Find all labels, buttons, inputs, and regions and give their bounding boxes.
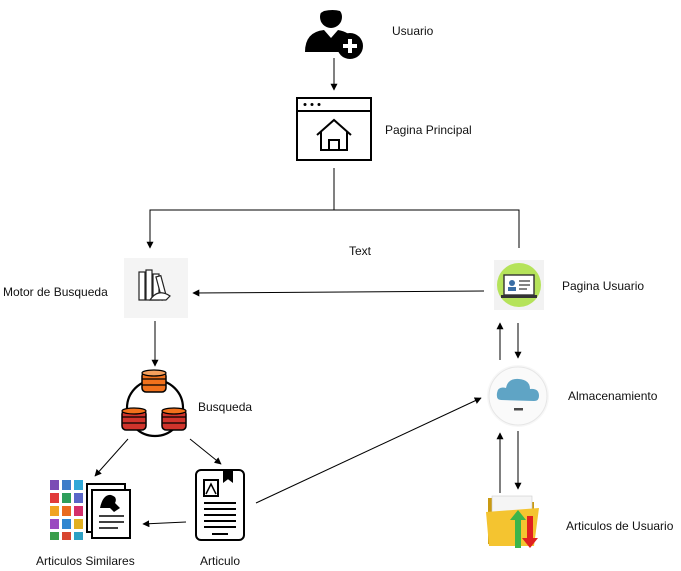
database-network-icon <box>121 369 187 438</box>
label-motor-busqueda: Motor de Busqueda <box>3 285 108 299</box>
add-user-icon <box>305 4 363 59</box>
edge-articulo-to-almacenamiento <box>255 397 482 504</box>
label-almacenamiento: Almacenamiento <box>568 389 658 403</box>
folder-transfer-icon <box>486 495 539 548</box>
edge-pagina-usuario-to-motor <box>192 289 485 297</box>
edge-pagina-principal-to-pagina-usuario <box>334 209 520 248</box>
articles-grid-icon <box>50 480 131 540</box>
label-pagina-usuario: Pagina Usuario <box>562 279 645 293</box>
label-pagina-principal: Pagina Principal <box>385 123 472 137</box>
label-text: Text <box>349 244 372 258</box>
label-articulos-similares: Articulos Similares <box>36 554 135 568</box>
cloud-storage-icon <box>487 365 549 427</box>
ebook-reader-icon <box>195 469 245 541</box>
label-articulos-usuario: Articulos de Usuario <box>566 519 674 533</box>
browser-home-icon <box>296 97 372 161</box>
edge-pagina-principal-split <box>146 168 335 249</box>
edge-busqueda-to-articulo <box>189 438 222 465</box>
label-busqueda: Busqueda <box>198 400 253 414</box>
label-usuario: Usuario <box>392 24 434 38</box>
label-articulo: Articulo <box>200 554 241 568</box>
user-profile-screen-icon <box>494 260 544 310</box>
edge-busqueda-to-similares <box>94 438 129 477</box>
edge-articulo-to-similares <box>142 520 187 528</box>
library-books-icon <box>124 258 188 318</box>
